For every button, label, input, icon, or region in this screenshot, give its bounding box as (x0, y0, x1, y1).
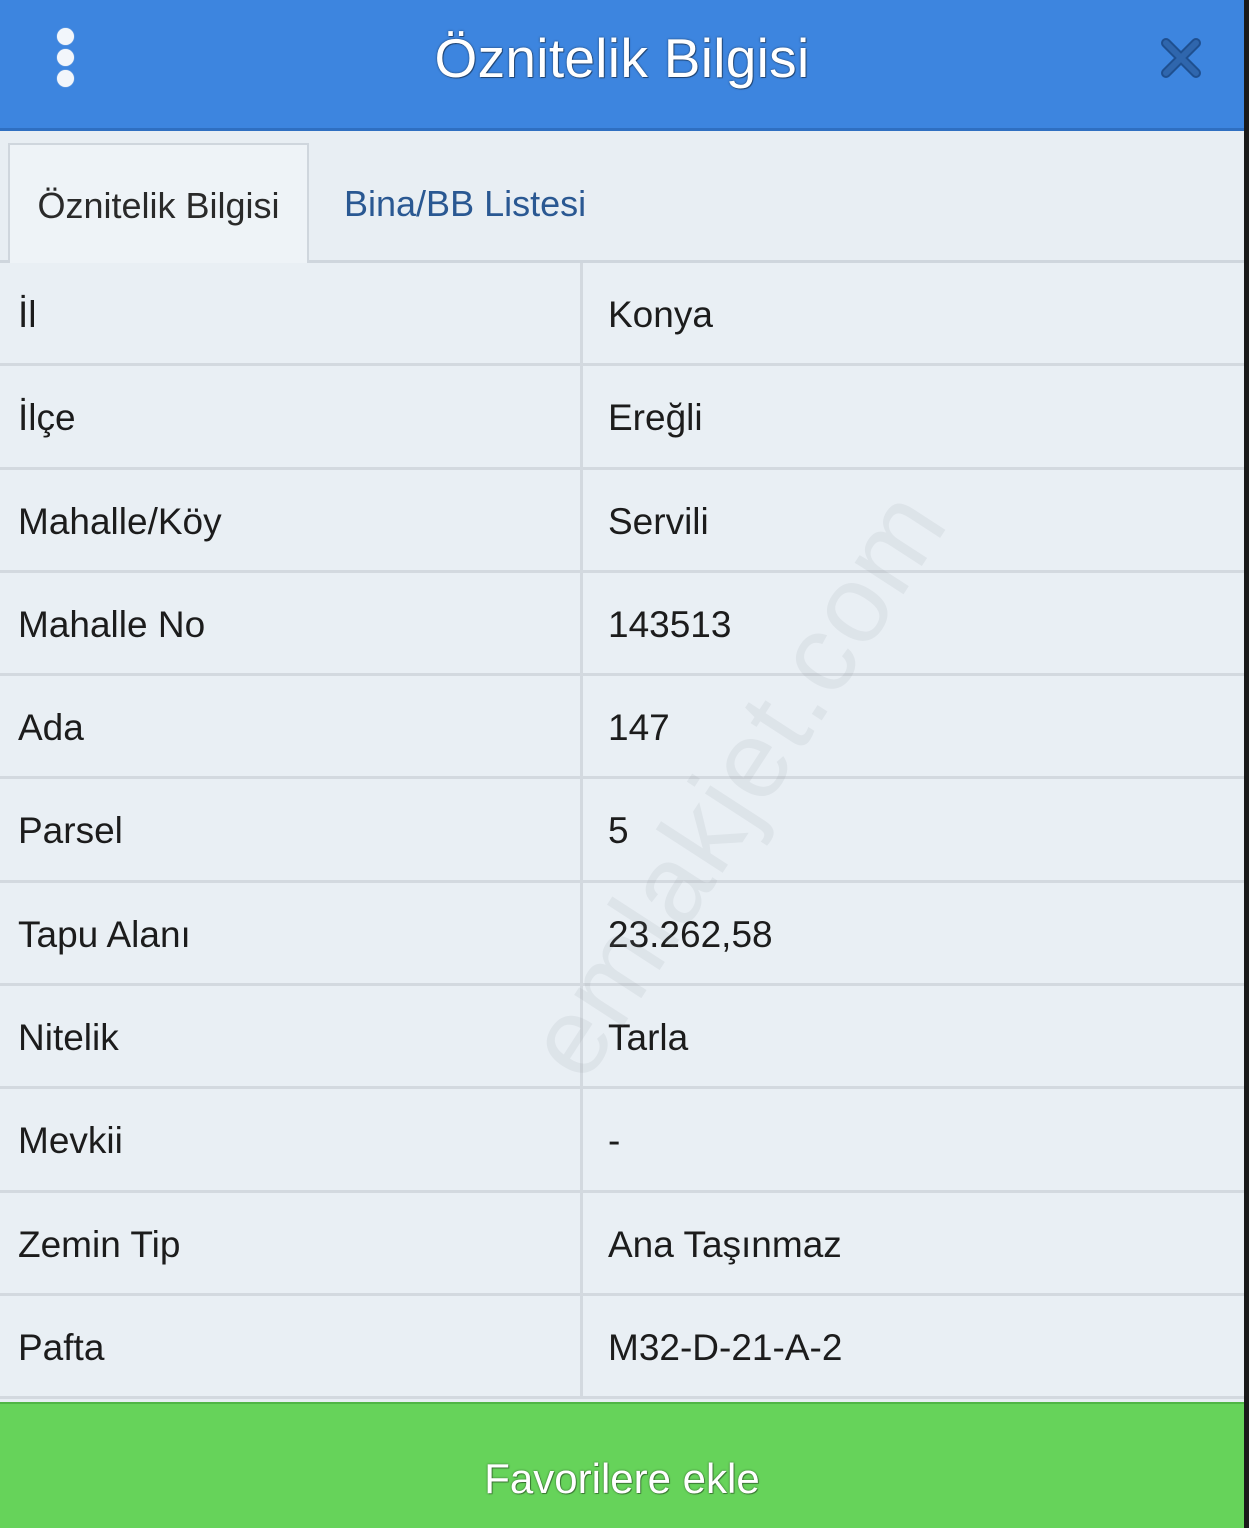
table-row: Mahalle No 143513 (0, 572, 1244, 677)
row-key: Mahalle No (18, 603, 206, 645)
column-divider (580, 676, 583, 777)
row-key: Nitelik (18, 1017, 119, 1059)
column-divider (580, 572, 583, 674)
table-row: İlçe Ereğli (0, 366, 1244, 470)
table-row: Mahalle/Köy Servili (0, 469, 1244, 573)
close-icon[interactable] (1157, 34, 1205, 82)
row-value: 143513 (608, 603, 732, 645)
table-row: İl Konya (0, 263, 1244, 367)
row-key: İlçe (18, 397, 76, 439)
row-key: Pafta (18, 1326, 105, 1368)
row-key: Parsel (18, 810, 123, 852)
row-key: Mevkii (18, 1120, 123, 1162)
column-divider (580, 1192, 583, 1293)
attribute-info-dialog: Öznitelik Bilgisi Öznitelik Bilgisi Bina… (0, 0, 1249, 1528)
row-value: 5 (608, 810, 629, 852)
table-row: Mevkii - (0, 1089, 1244, 1193)
row-key: Ada (18, 707, 84, 749)
add-to-favorites-button[interactable]: Favorilere ekle (0, 1402, 1244, 1528)
column-divider (580, 986, 583, 1087)
row-key: İl (18, 294, 37, 335)
row-value: M32-D-21-A-2 (608, 1326, 843, 1368)
table-row: Pafta M32-D-21-A-2 (0, 1295, 1244, 1400)
column-divider (580, 779, 583, 880)
column-divider (580, 366, 583, 467)
column-divider (580, 469, 583, 570)
column-divider (580, 263, 583, 364)
row-value: - (608, 1120, 621, 1162)
row-value: Tarla (608, 1017, 689, 1059)
row-value: Servili (608, 500, 709, 542)
table-row: Nitelik Tarla (0, 986, 1244, 1090)
row-value: Konya (608, 294, 713, 335)
row-value: 147 (608, 707, 670, 749)
row-value: Ereğli (608, 397, 703, 439)
table-row: Zemin Tip Ana Taşınmaz (0, 1192, 1244, 1296)
tab-attribute-info[interactable]: Öznitelik Bilgisi (8, 143, 309, 265)
row-key: Mahalle/Köy (18, 500, 222, 542)
row-value: 23.262,58 (608, 913, 773, 955)
column-divider (580, 1295, 583, 1397)
row-key: Tapu Alanı (18, 913, 191, 955)
table-row: Tapu Alanı 23.262,58 (0, 882, 1244, 987)
row-value: Ana Taşınmaz (608, 1223, 842, 1265)
table-row: Ada 147 (0, 676, 1244, 780)
tab-building-list[interactable]: Bina/BB Listesi (344, 143, 644, 265)
dialog-header: Öznitelik Bilgisi (0, 0, 1244, 131)
column-divider (580, 882, 583, 984)
table-row: Parsel 5 (0, 779, 1244, 883)
attribute-table: İl Konya İlçe Ereğli Mahalle/Köy Servili… (0, 263, 1244, 1400)
tab-bar: Öznitelik Bilgisi Bina/BB Listesi (0, 131, 1244, 265)
dialog-title: Öznitelik Bilgisi (434, 27, 810, 89)
column-divider (580, 1089, 583, 1190)
row-key: Zemin Tip (18, 1223, 181, 1265)
